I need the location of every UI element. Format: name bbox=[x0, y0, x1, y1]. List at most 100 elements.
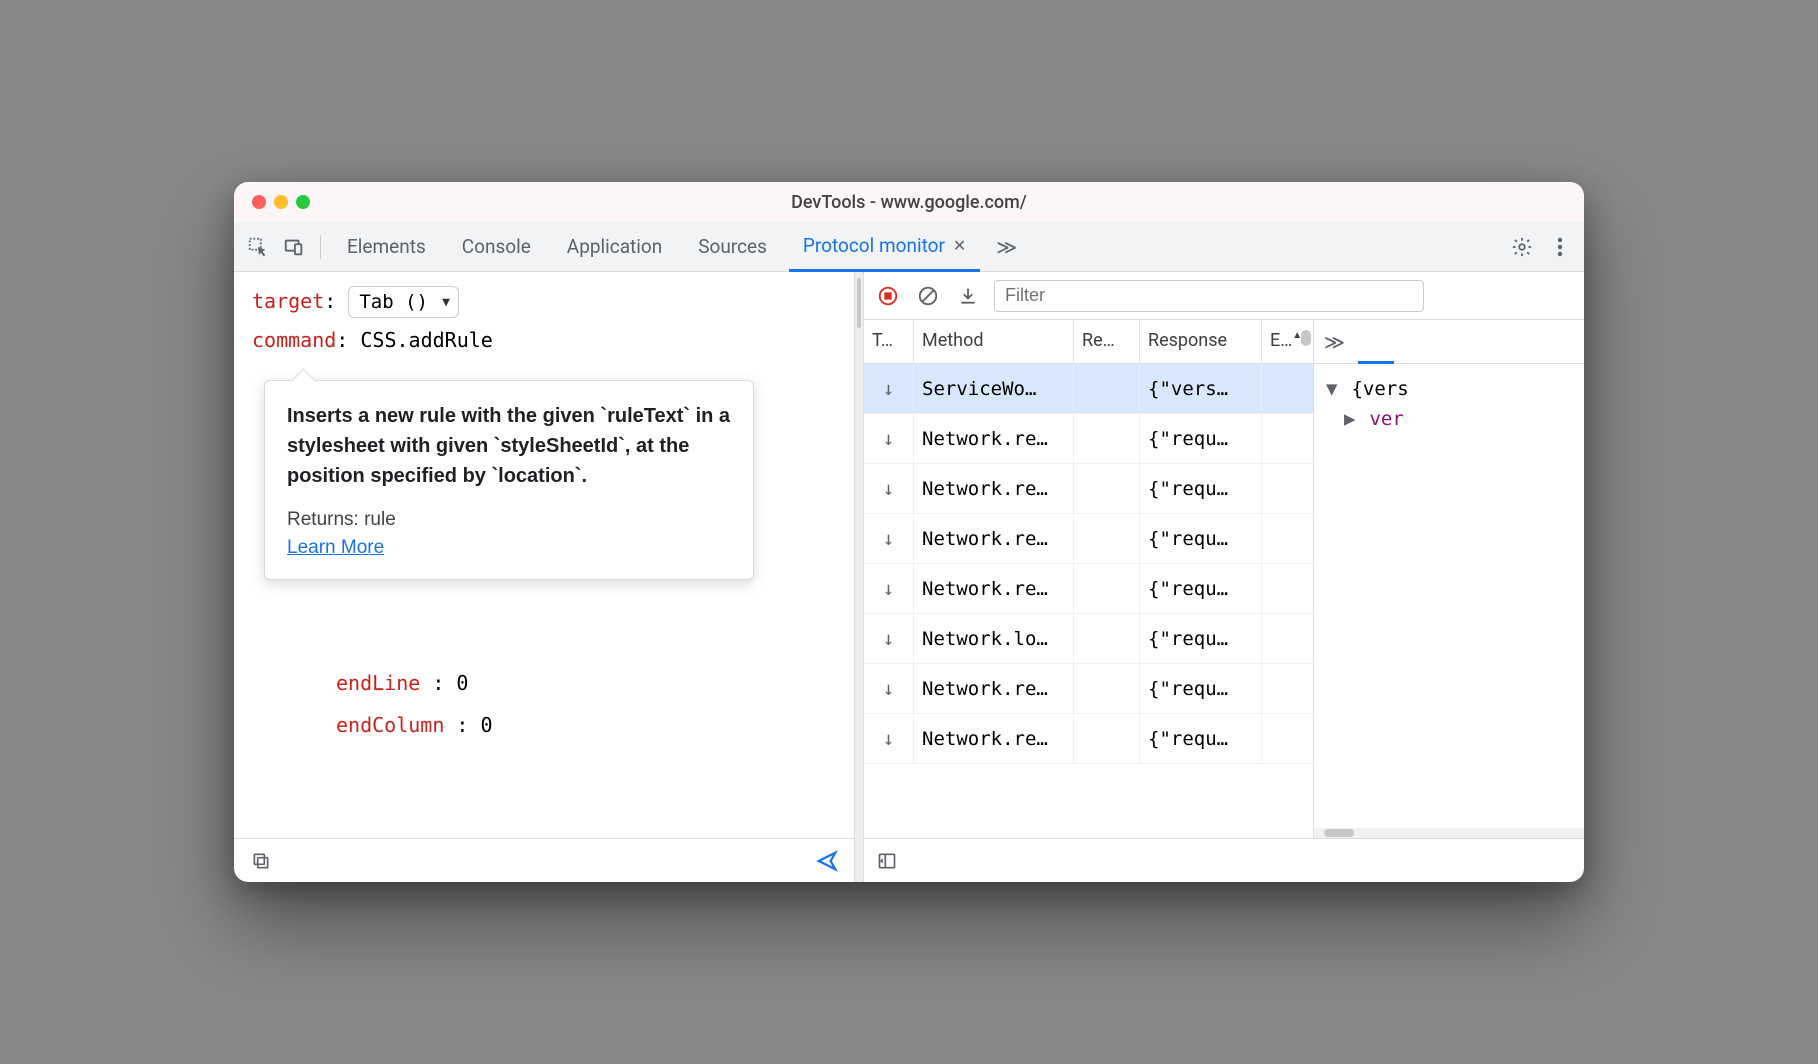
tab-sources[interactable]: Sources bbox=[684, 222, 781, 272]
window-title: DevTools - www.google.com/ bbox=[234, 192, 1584, 213]
table-row[interactable]: ↓Network.lo…{"requ… bbox=[864, 614, 1313, 664]
tooltip-returns: Returns: rule bbox=[287, 509, 731, 531]
settings-gear-icon[interactable] bbox=[1508, 233, 1536, 261]
table-cell: ServiceWo… bbox=[914, 364, 1074, 413]
tab-application[interactable]: Application bbox=[553, 222, 676, 272]
col-type[interactable]: T… bbox=[864, 320, 914, 363]
vertical-splitter[interactable] bbox=[854, 272, 864, 882]
table-cell bbox=[1074, 464, 1140, 513]
table-row[interactable]: ↓Network.re… {"requ… bbox=[864, 464, 1313, 514]
table-cell: {"requ… bbox=[1140, 664, 1262, 713]
preview-pane: ≫ ▼ {vers ▶ ver bbox=[1314, 320, 1584, 838]
table-cell bbox=[1262, 464, 1312, 513]
filter-input[interactable] bbox=[994, 280, 1424, 312]
table-cell: {"vers… bbox=[1140, 364, 1262, 413]
download-icon[interactable] bbox=[954, 282, 982, 310]
param-value[interactable]: 0 bbox=[456, 671, 468, 695]
scrollbar-thumb[interactable] bbox=[1324, 829, 1354, 837]
record-icon[interactable] bbox=[874, 282, 902, 310]
table-cell: {"requ… bbox=[1140, 614, 1262, 663]
table-row[interactable]: ↓Network.re…{"requ… bbox=[864, 714, 1313, 764]
col-request[interactable]: Re… bbox=[1074, 320, 1140, 363]
table-cell bbox=[1262, 364, 1312, 413]
tab-protocol-monitor[interactable]: Protocol monitor ✕ bbox=[789, 222, 980, 272]
table-cell: Network.re… bbox=[914, 564, 1074, 613]
preview-body: ▼ {vers ▶ ver bbox=[1314, 364, 1584, 828]
command-editor-pane: target: Tab () command: CSS.addRule Inse… bbox=[234, 272, 854, 882]
separator bbox=[320, 235, 321, 259]
parameters-block: endLine : 0 endColumn : 0 bbox=[252, 662, 836, 746]
kebab-menu-icon[interactable] bbox=[1546, 233, 1574, 261]
vertical-scrollbar[interactable] bbox=[1301, 330, 1311, 346]
table-cell: Network.re… bbox=[914, 414, 1074, 463]
table-cell: {"requ… bbox=[1140, 464, 1262, 513]
log-footer bbox=[864, 838, 1584, 882]
table-cell: Network.re… bbox=[914, 464, 1074, 513]
titlebar: DevTools - www.google.com/ bbox=[234, 182, 1584, 222]
table-cell bbox=[1074, 614, 1140, 663]
tab-console[interactable]: Console bbox=[448, 222, 545, 272]
table-cell bbox=[1074, 664, 1140, 713]
target-label: target bbox=[252, 289, 324, 313]
tooltip-description: Inserts a new rule with the given `ruleT… bbox=[287, 401, 731, 491]
toggle-sidebar-icon[interactable] bbox=[874, 848, 900, 874]
table-cell: ↓ bbox=[864, 514, 914, 563]
horizontal-scrollbar[interactable] bbox=[1314, 828, 1584, 838]
close-tab-icon[interactable]: ✕ bbox=[953, 236, 966, 255]
table-body: ↓ServiceWo…{"vers…↓Network.re…{"requ…↓Ne… bbox=[864, 364, 1313, 838]
send-command-icon[interactable] bbox=[814, 848, 840, 874]
preview-tabs: ≫ bbox=[1314, 320, 1584, 364]
command-label: command bbox=[252, 328, 336, 352]
table-cell: Network.lo… bbox=[914, 614, 1074, 663]
param-key: endLine bbox=[336, 671, 420, 695]
learn-more-link[interactable]: Learn More bbox=[287, 537, 384, 559]
table-cell bbox=[1262, 714, 1312, 763]
table-row[interactable]: ↓Network.re…{"requ… bbox=[864, 664, 1313, 714]
table-cell bbox=[1262, 564, 1312, 613]
table-cell: {"requ… bbox=[1140, 514, 1262, 563]
disclosure-right-icon[interactable]: ▶ bbox=[1344, 404, 1358, 434]
table-cell: ↓ bbox=[864, 714, 914, 763]
table-cell: {"requ… bbox=[1140, 414, 1262, 463]
tab-label: Protocol monitor bbox=[803, 234, 945, 257]
clear-icon[interactable] bbox=[914, 282, 942, 310]
table-row[interactable]: ↓Network.re…{"requ… bbox=[864, 564, 1313, 614]
target-select[interactable]: Tab () bbox=[348, 286, 459, 318]
col-response[interactable]: Response bbox=[1140, 320, 1262, 363]
table-cell: ↓ bbox=[864, 664, 914, 713]
table-cell bbox=[1262, 614, 1312, 663]
table-cell: ↓ bbox=[864, 364, 914, 413]
command-editor-body: target: Tab () command: CSS.addRule Inse… bbox=[234, 272, 854, 838]
message-log-pane: T… Method Re… Response E…▲ ↓ServiceWo…{"… bbox=[864, 272, 1584, 882]
tree-row-root[interactable]: ▼ {vers bbox=[1326, 374, 1572, 404]
copy-icon[interactable] bbox=[248, 848, 274, 874]
table-cell bbox=[1074, 414, 1140, 463]
tree-row-child[interactable]: ▶ ver bbox=[1326, 404, 1572, 434]
col-method[interactable]: Method bbox=[914, 320, 1074, 363]
table-cell bbox=[1074, 564, 1140, 613]
table-cell: Network.re… bbox=[914, 714, 1074, 763]
table-cell bbox=[1262, 414, 1312, 463]
table-header: T… Method Re… Response E…▲ bbox=[864, 320, 1313, 364]
param-key: endColumn bbox=[336, 713, 444, 737]
tab-label: Application bbox=[567, 235, 662, 258]
main-toolbar: Elements Console Application Sources Pro… bbox=[234, 222, 1584, 272]
tab-elements[interactable]: Elements bbox=[333, 222, 440, 272]
table-row[interactable]: ↓Network.re…{"requ… bbox=[864, 414, 1313, 464]
disclosure-down-icon[interactable]: ▼ bbox=[1326, 374, 1340, 404]
log-toolbar bbox=[864, 272, 1584, 320]
command-value[interactable]: CSS.addRule bbox=[360, 328, 492, 352]
table-cell bbox=[1262, 514, 1312, 563]
param-value[interactable]: 0 bbox=[481, 713, 493, 737]
device-toggle-icon[interactable] bbox=[280, 233, 308, 261]
more-preview-tabs-icon[interactable]: ≫ bbox=[1324, 330, 1345, 354]
inspect-element-icon[interactable] bbox=[244, 233, 272, 261]
table-row[interactable]: ↓ServiceWo… {"vers… bbox=[864, 364, 1313, 414]
table-cell: {"requ… bbox=[1140, 564, 1262, 613]
table-cell: Network.re… bbox=[914, 514, 1074, 563]
table-cell: ↓ bbox=[864, 464, 914, 513]
table-cell bbox=[1262, 664, 1312, 713]
table-row[interactable]: ↓Network.re… {"requ… bbox=[864, 514, 1313, 564]
more-tabs-icon[interactable]: ≫ bbox=[988, 235, 1025, 259]
table-cell bbox=[1074, 514, 1140, 563]
